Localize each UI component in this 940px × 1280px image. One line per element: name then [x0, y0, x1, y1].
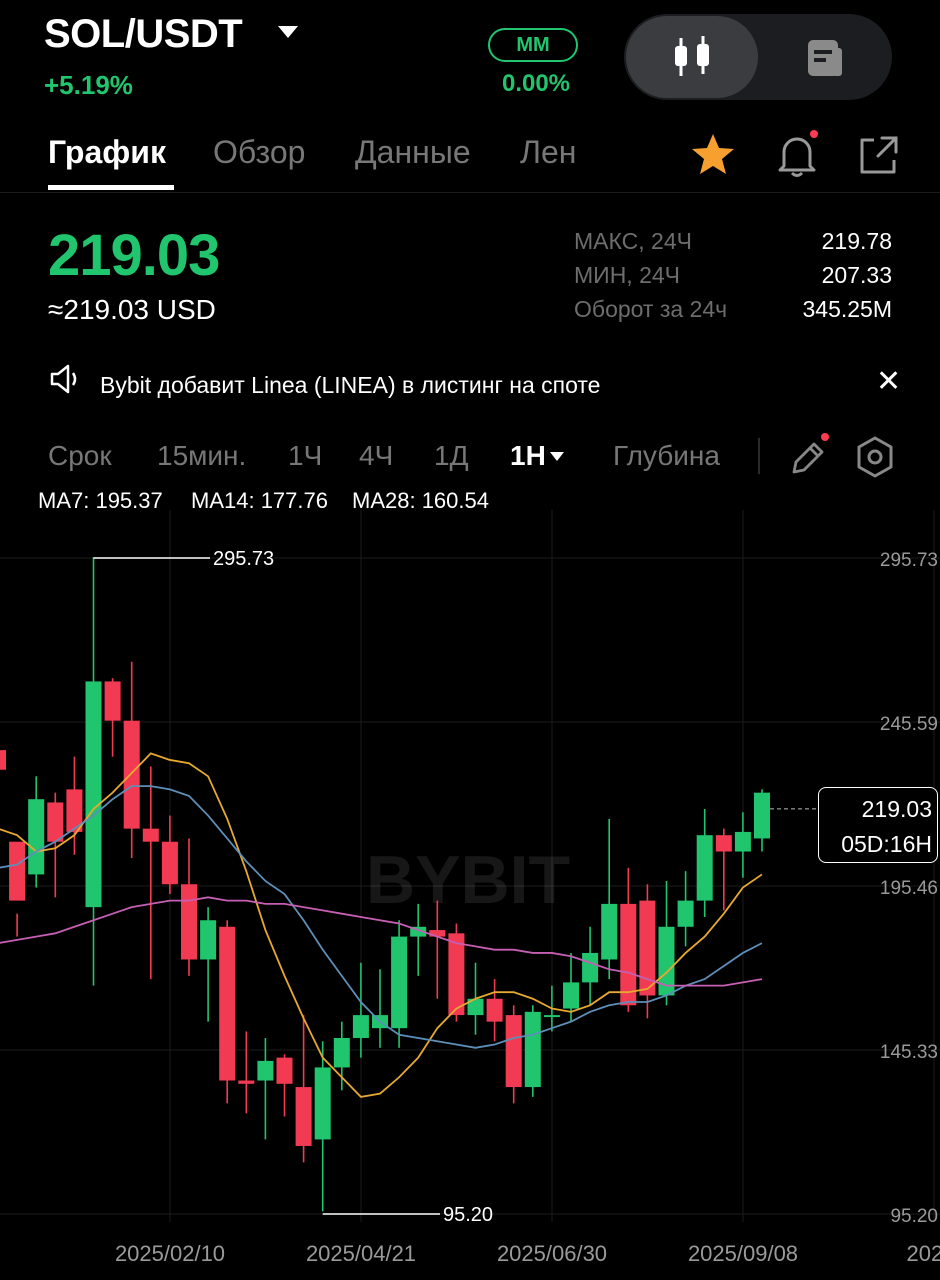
y-tick-label: 245.59 — [880, 714, 938, 735]
candle-body — [563, 982, 579, 1009]
timeframe-term[interactable]: Срок — [48, 440, 112, 472]
favorite-star-icon[interactable] — [688, 130, 738, 185]
candle-body — [314, 1067, 331, 1140]
price-chart[interactable]: BYBIT 295.73 245.59 195.46 145.33 95.20 2025… — [0, 510, 940, 1280]
y-axis: 295.73 245.59 195.46 145.33 95.20 — [880, 550, 938, 1227]
chart-view-button[interactable] — [626, 16, 758, 98]
tab-chart[interactable]: График — [48, 134, 166, 171]
pair-title[interactable]: SOL/USDT — [44, 12, 243, 57]
candle-countdown: 05D:16H — [841, 831, 932, 857]
mm-badge[interactable]: MM — [488, 28, 578, 62]
chart-watermark: BYBIT — [366, 842, 570, 918]
x-tick-label: 2025/ — [906, 1241, 940, 1266]
candle-body — [601, 903, 618, 960]
candlestick-icon — [675, 36, 709, 76]
candle-body — [238, 1080, 255, 1084]
candle-body — [391, 936, 408, 1029]
x-tick-label: 2025/06/30 — [497, 1241, 607, 1266]
candle-body — [677, 900, 694, 927]
toolbar-separator — [758, 438, 760, 474]
candle-body — [524, 1011, 541, 1088]
bell-icon[interactable] — [772, 130, 822, 185]
candle-body — [9, 841, 26, 901]
candle-body — [123, 720, 140, 829]
candle-body — [295, 1087, 312, 1146]
stat-low-value: 207.33 — [821, 262, 892, 288]
tab-data[interactable]: Данные — [355, 134, 471, 171]
last-price-usd: ≈219.03 USD — [48, 294, 216, 325]
notification-dot — [810, 130, 818, 138]
y-tick-label: 145.33 — [880, 1042, 938, 1063]
candle-body — [85, 681, 102, 908]
high-marker-label: 295.73 — [213, 548, 274, 570]
y-tick-label: 95.20 — [890, 1206, 938, 1227]
timeframe-4h[interactable]: 4Ч — [359, 440, 393, 472]
current-price-label: 219.03 — [861, 796, 932, 822]
timeframe-1w[interactable]: 1Н — [510, 440, 546, 472]
candle-body — [257, 1060, 274, 1081]
x-tick-label: 2025/04/21 — [306, 1241, 416, 1266]
candle-body — [754, 792, 770, 839]
candle-body — [505, 1015, 522, 1088]
candle-body — [696, 835, 713, 901]
y-tick-label: 195.46 — [880, 878, 938, 899]
candle-body — [200, 920, 217, 960]
candle-body — [448, 933, 465, 1016]
candle-body — [543, 1015, 560, 1018]
timeframe-1h[interactable]: 1Ч — [288, 440, 322, 472]
info-view-button[interactable] — [790, 30, 860, 91]
x-axis: 2025/02/10 2025/04/21 2025/06/30 2025/09/08… — [115, 1241, 940, 1266]
low-marker-label: 95.20 — [443, 1204, 493, 1226]
candle-body — [715, 835, 732, 852]
candle-body — [0, 750, 6, 770]
candle-body — [161, 841, 178, 885]
stat-turnover-label: Оборот за 24ч — [574, 296, 728, 322]
speaker-icon — [48, 362, 82, 401]
candle-body — [276, 1057, 293, 1084]
timeframe-depth[interactable]: Глубина — [613, 440, 720, 472]
candle-body — [47, 802, 64, 842]
price-change: +5.19% — [44, 70, 133, 100]
stat-turnover-value: 345.25M — [802, 296, 892, 322]
candle-body — [104, 681, 121, 721]
timeframe-1d[interactable]: 1Д — [434, 440, 469, 472]
stat-high-label: МАКС, 24Ч — [574, 228, 692, 254]
share-icon[interactable] — [854, 132, 902, 185]
stat-low-label: МИН, 24Ч — [574, 262, 680, 288]
candle-body — [142, 828, 159, 842]
announcement-text[interactable]: Bybit добавит Linea (LINEA) в листинг на… — [100, 372, 600, 399]
tab-feed[interactable]: Лен — [520, 134, 576, 171]
y-tick-label: 295.73 — [880, 550, 938, 571]
document-icon — [808, 40, 842, 76]
candle-body — [333, 1038, 350, 1068]
pair-dropdown-caret-icon[interactable] — [278, 26, 298, 38]
candle-body — [486, 998, 503, 1022]
mm-value: 0.00% — [501, 70, 571, 97]
timeframe-15m[interactable]: 15мин. — [157, 440, 246, 472]
pencil-icon[interactable] — [786, 436, 830, 485]
x-tick-label: 2025/02/10 — [115, 1241, 225, 1266]
active-tab-indicator — [48, 185, 174, 190]
header-divider — [0, 192, 940, 193]
candle-body — [620, 903, 637, 1006]
candle-body — [28, 799, 45, 875]
pencil-notification-dot — [821, 433, 829, 441]
timeframe-caret-icon[interactable] — [550, 452, 564, 461]
tab-overview[interactable]: Обзор — [213, 134, 305, 171]
last-price: 219.03 — [48, 223, 220, 288]
stat-high-value: 219.78 — [821, 228, 892, 254]
candle-body — [582, 952, 599, 983]
candle-body — [734, 831, 751, 852]
settings-hexagon-icon[interactable] — [852, 434, 898, 485]
x-tick-label: 2025/09/08 — [688, 1241, 798, 1266]
candle-body — [352, 1015, 369, 1039]
candle-body — [181, 884, 197, 960]
candle-body — [219, 926, 236, 1081]
close-icon[interactable]: ✕ — [876, 364, 901, 399]
